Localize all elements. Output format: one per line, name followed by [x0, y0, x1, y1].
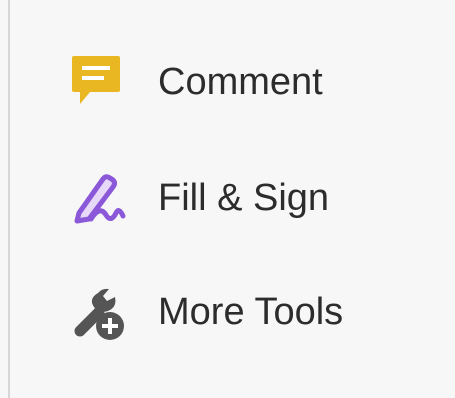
fill-sign-tool-item[interactable]: Fill & Sign: [60, 162, 420, 234]
comment-tool-item[interactable]: Comment: [60, 46, 420, 118]
fill-sign-icon: [60, 162, 132, 234]
more-tools-tool-item[interactable]: More Tools: [60, 276, 420, 348]
fill-sign-label: Fill & Sign: [158, 177, 330, 219]
panel-divider: [8, 0, 10, 398]
tools-panel: Comment Fill & Sign More Tools: [0, 0, 455, 398]
more-tools-icon: [60, 276, 132, 348]
comment-icon: [60, 46, 132, 118]
more-tools-label: More Tools: [158, 291, 344, 333]
comment-label: Comment: [158, 61, 323, 103]
